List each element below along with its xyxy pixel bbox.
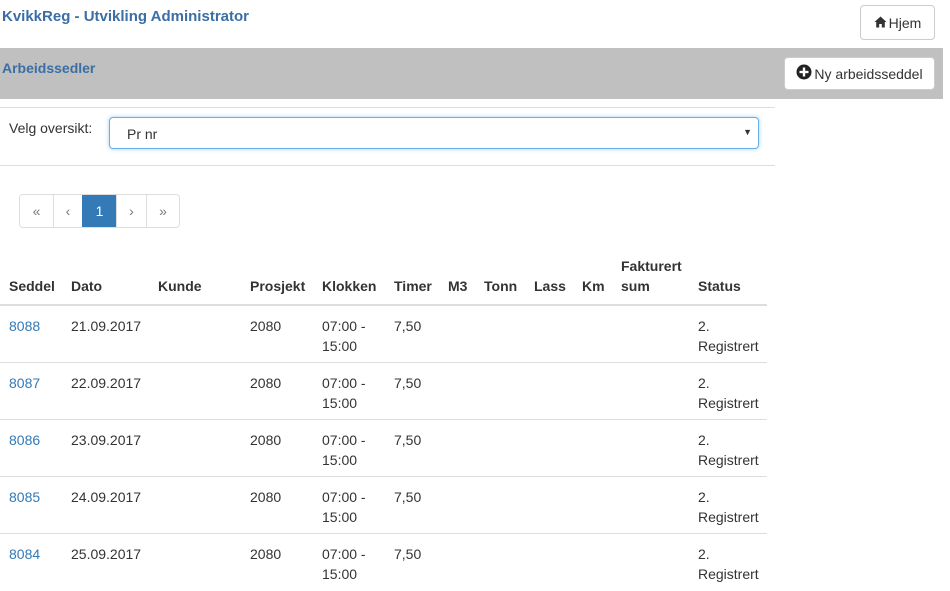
- header-seddel: Seddel: [9, 278, 55, 294]
- table-row: 8086 23.09.2017 2080 07:00 - 15:00 7,50 2…: [0, 420, 767, 477]
- header-lass: Lass: [534, 278, 566, 294]
- section-title: Arbeidssedler: [2, 60, 96, 76]
- seddel-link[interactable]: 8086: [9, 430, 40, 450]
- header-prosjekt: Prosjekt: [250, 278, 306, 294]
- cell-status-code: 2.: [698, 432, 710, 448]
- cell-dato: 25.09.2017: [71, 546, 142, 562]
- cell-klokken-end: 15:00: [322, 338, 358, 354]
- chevron-down-icon: ▼: [743, 127, 752, 137]
- cell-klokken-end: 15:00: [322, 566, 358, 582]
- cell-timer: 7,50: [394, 432, 422, 448]
- header-fakturert-sum: Fakturert sum: [621, 256, 682, 296]
- cell-status: 2. Registrert: [698, 316, 759, 356]
- table-row: 8088 21.09.2017 2080 07:00 - 15:00 7,50 2…: [0, 306, 767, 363]
- divider: [0, 107, 775, 108]
- cell-klokken-start: 07:00 -: [322, 489, 366, 505]
- cell-dato: 21.09.2017: [71, 318, 142, 334]
- overview-select-value: Pr nr: [127, 126, 158, 142]
- cell-klokken: 07:00 - 15:00: [322, 373, 366, 413]
- cell-timer: 7,50: [394, 489, 422, 505]
- cell-klokken: 07:00 - 15:00: [322, 430, 366, 470]
- divider: [0, 165, 775, 166]
- cell-status: 2. Registrert: [698, 373, 759, 413]
- page-prev-button[interactable]: ‹: [53, 195, 82, 227]
- cell-klokken-start: 07:00 -: [322, 546, 366, 562]
- cell-klokken: 07:00 - 15:00: [322, 316, 366, 356]
- cell-timer: 7,50: [394, 546, 422, 562]
- cell-status-text: Registrert: [698, 566, 759, 582]
- table-row: 8085 24.09.2017 2080 07:00 - 15:00 7,50 2…: [0, 477, 767, 534]
- cell-klokken-start: 07:00 -: [322, 318, 366, 334]
- cell-status: 2. Registrert: [698, 430, 759, 470]
- home-icon: [874, 15, 887, 31]
- header-fakturert-line1: Fakturert: [621, 258, 682, 274]
- new-arbeidsseddel-label: Ny arbeidsseddel: [814, 65, 923, 82]
- header-tonn: Tonn: [484, 278, 518, 294]
- cell-klokken: 07:00 - 15:00: [322, 487, 366, 527]
- cell-status-text: Registrert: [698, 395, 759, 411]
- page-last-button[interactable]: »: [146, 195, 179, 227]
- pagination: « ‹ 1 › »: [19, 194, 180, 228]
- cell-dato: 24.09.2017: [71, 489, 142, 505]
- cell-prosjekt: 2080: [250, 546, 282, 562]
- page-next-button[interactable]: ›: [116, 195, 146, 227]
- cell-klokken: 07:00 - 15:00: [322, 544, 366, 584]
- cell-status-text: Registrert: [698, 338, 759, 354]
- page-current-button[interactable]: 1: [82, 195, 116, 227]
- cell-dato: 22.09.2017: [71, 375, 142, 391]
- cell-status-code: 2.: [698, 489, 710, 505]
- cell-status-text: Registrert: [698, 452, 759, 468]
- cell-status-code: 2.: [698, 318, 710, 334]
- seddel-link[interactable]: 8085: [9, 487, 40, 507]
- cell-status: 2. Registrert: [698, 544, 759, 584]
- plus-circle-icon: [796, 64, 812, 83]
- overview-select[interactable]: Pr nr ▼: [109, 117, 759, 149]
- filter-label: Velg oversikt:: [9, 120, 93, 136]
- cell-prosjekt: 2080: [250, 432, 282, 448]
- header-fakturert-line2: sum: [621, 278, 650, 294]
- cell-prosjekt: 2080: [250, 318, 282, 334]
- seddel-link[interactable]: 8088: [9, 316, 40, 336]
- page-first-button[interactable]: «: [20, 195, 53, 227]
- table-row: 8084 25.09.2017 2080 07:00 - 15:00 7,50 2…: [0, 534, 767, 591]
- header-km: Km: [582, 278, 605, 294]
- cell-timer: 7,50: [394, 375, 422, 391]
- seddel-link[interactable]: 8084: [9, 544, 40, 564]
- cell-klokken-start: 07:00 -: [322, 375, 366, 391]
- cell-status-text: Registrert: [698, 509, 759, 525]
- cell-prosjekt: 2080: [250, 375, 282, 391]
- table-row: 8087 22.09.2017 2080 07:00 - 15:00 7,50 2…: [0, 363, 767, 420]
- cell-status-code: 2.: [698, 375, 710, 391]
- new-arbeidsseddel-button[interactable]: Ny arbeidsseddel: [784, 57, 935, 90]
- home-button[interactable]: Hjem: [860, 5, 935, 40]
- cell-klokken-end: 15:00: [322, 395, 358, 411]
- cell-klokken-end: 15:00: [322, 509, 358, 525]
- cell-timer: 7,50: [394, 318, 422, 334]
- cell-klokken-end: 15:00: [322, 452, 358, 468]
- header-dato: Dato: [71, 278, 103, 294]
- cell-status-code: 2.: [698, 546, 710, 562]
- header-status: Status: [698, 278, 741, 294]
- cell-dato: 23.09.2017: [71, 432, 142, 448]
- app-title: KvikkReg - Utvikling Administrator: [2, 8, 249, 25]
- home-button-label: Hjem: [888, 14, 922, 31]
- seddel-link[interactable]: 8087: [9, 373, 40, 393]
- header-m3: M3: [448, 278, 468, 294]
- cell-status: 2. Registrert: [698, 487, 759, 527]
- header-kunde: Kunde: [158, 278, 202, 294]
- cell-prosjekt: 2080: [250, 489, 282, 505]
- header-timer: Timer: [394, 278, 432, 294]
- cell-klokken-start: 07:00 -: [322, 432, 366, 448]
- header-klokken: Klokken: [322, 278, 377, 294]
